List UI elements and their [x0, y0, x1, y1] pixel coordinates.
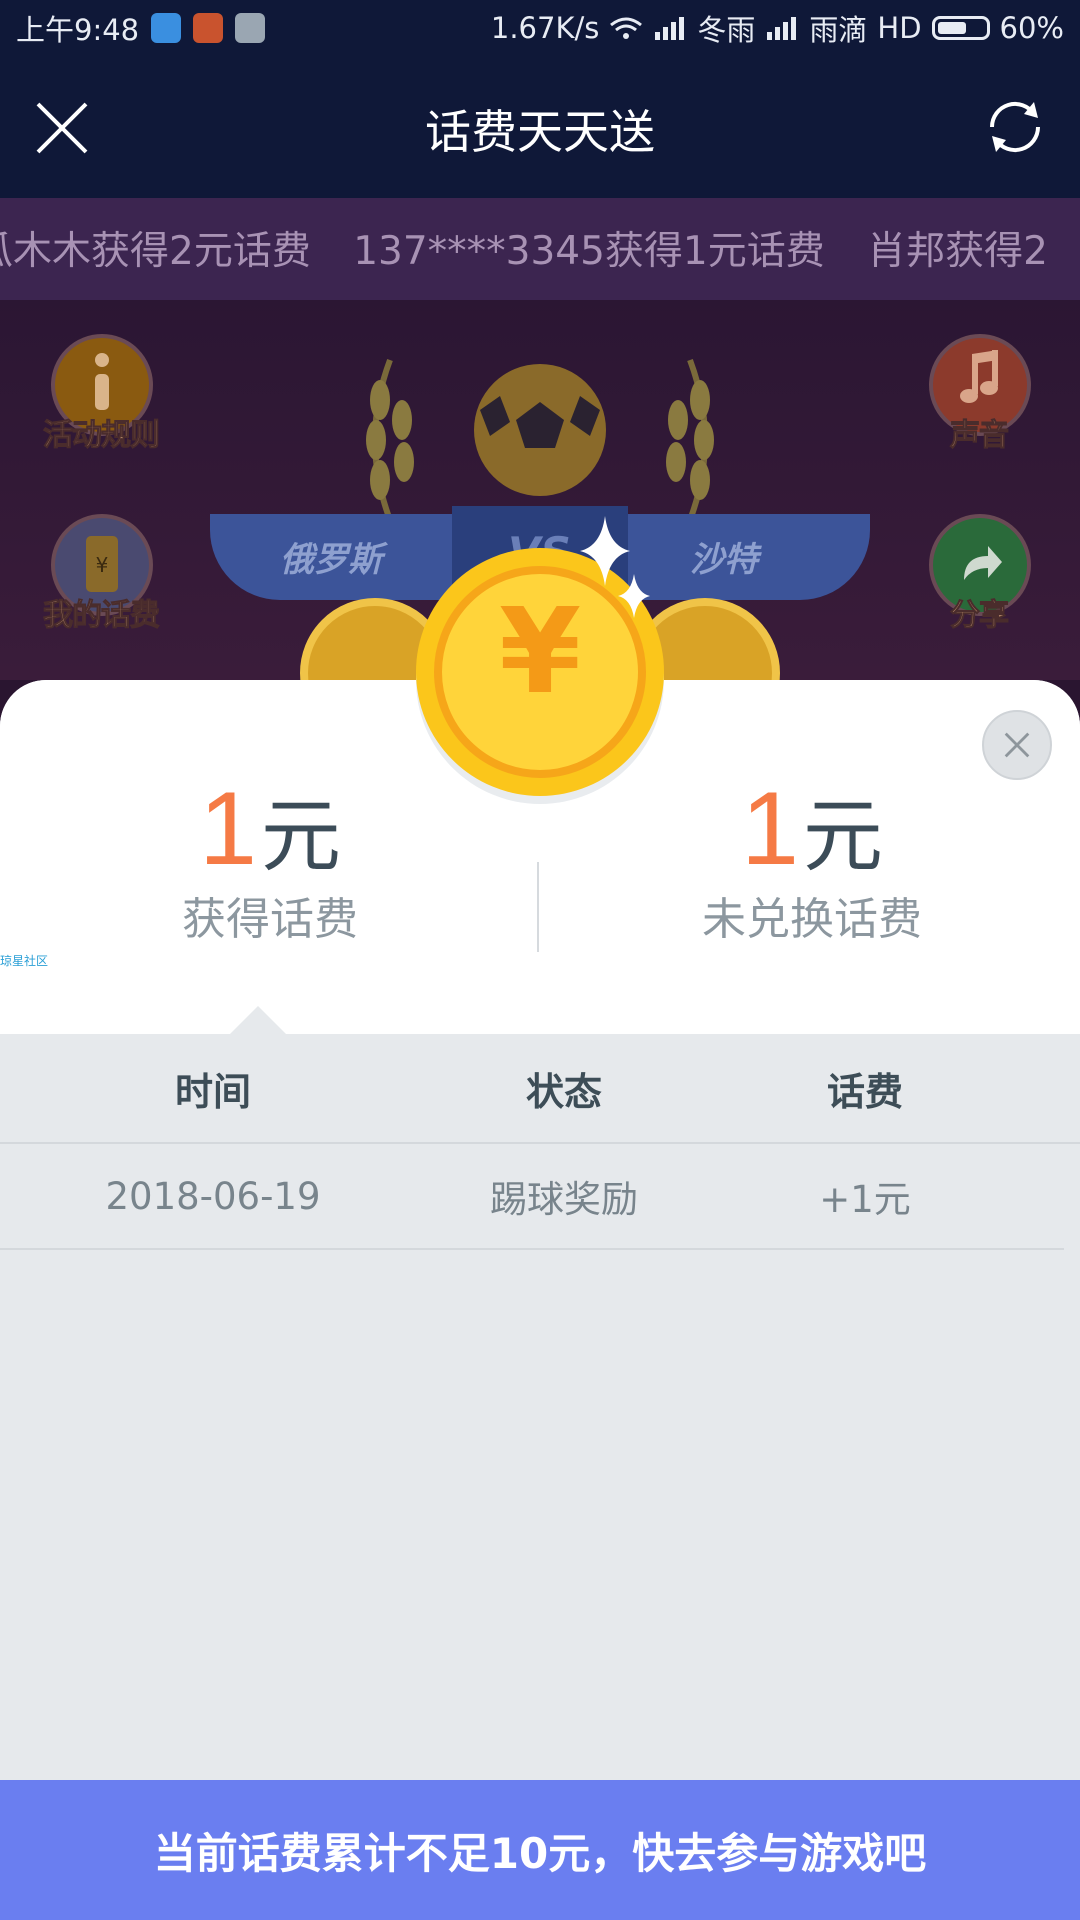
records-table-header: 时间 状态 话费 — [0, 1034, 1080, 1144]
share-label: 分享 — [950, 598, 1010, 634]
svg-text:¥: ¥ — [96, 553, 109, 577]
table-row: 2018-06-19 踢球奖励 +1元 — [0, 1144, 1064, 1250]
unredeemed-caption: 未兑换话费 — [702, 894, 922, 945]
my-credit-button[interactable]: ¥ 我的话费 — [26, 514, 176, 654]
winner-ticker: 瓜木木获得2元话费 137****3345获得1元话费 肖邦获得2 — [0, 198, 1080, 300]
bottom-message: 当前话费累计不足10元，快去参与游戏吧 — [153, 1828, 927, 1878]
stat-divider — [537, 862, 539, 952]
team-right: 沙特 — [690, 540, 758, 580]
obtained-caption: 获得话费 — [182, 894, 358, 945]
share-button[interactable]: 分享 — [904, 514, 1054, 654]
phone-icon: ¥ — [86, 536, 118, 592]
reward-panel: 1元 获得话费 1元 未兑换话费 琼星社区 时间 状态 话费 2018-06-1… — [0, 680, 1080, 1920]
row-status: 踢球奖励 — [490, 1178, 638, 1221]
ticker-item: 瓜木木获得2元话费 — [0, 229, 311, 274]
sound-label: 声音 — [950, 418, 1010, 454]
unredeemed-credit: 1元 未兑换话费 — [542, 770, 1080, 947]
page-title: 话费天天送 — [425, 105, 655, 159]
battery-percent: 60% — [999, 11, 1064, 45]
notes-app-icon — [235, 13, 266, 43]
my-credit-label: 我的话费 — [43, 598, 161, 634]
tab-pointer — [230, 1006, 286, 1034]
carrier-1: 冬雨 — [697, 13, 756, 47]
title-bar: 话费天天送 — [0, 56, 1080, 198]
obtained-amount: 1 — [199, 771, 257, 887]
status-time: 上午9:48 — [16, 13, 140, 47]
trophy-laurel-icon — [366, 358, 714, 522]
ticker-item: 137****3345获得1元话费 — [353, 229, 825, 274]
share-icon — [964, 546, 1002, 580]
rules-label: 活动规则 — [43, 418, 161, 454]
music-icon — [960, 350, 998, 403]
team-left: 俄罗斯 — [280, 540, 382, 580]
weibo-app-icon — [151, 13, 182, 43]
hd-indicator: HD — [877, 11, 922, 45]
sparkle-icon — [618, 574, 650, 618]
info-icon — [95, 353, 109, 410]
obtained-unit: 元 — [260, 790, 341, 883]
header-credit: 话费 — [826, 1069, 903, 1114]
network-speed: 1.67K/s — [490, 11, 600, 45]
obtained-credit: 1元 获得话费 — [0, 770, 540, 947]
sound-button[interactable]: 声音 — [904, 334, 1054, 474]
game-app-icon — [193, 13, 224, 43]
rules-button[interactable]: 活动规则 — [26, 334, 176, 474]
row-time: 2018-06-19 — [105, 1174, 321, 1218]
header-status: 状态 — [525, 1069, 602, 1114]
signal-icon — [655, 17, 685, 40]
refresh-icon[interactable] — [980, 92, 1050, 162]
carrier-2: 雨滴 — [809, 13, 868, 47]
wifi-icon — [610, 17, 643, 39]
unredeemed-amount: 1 — [741, 771, 799, 887]
header-time: 时间 — [174, 1069, 251, 1114]
unredeemed-unit: 元 — [802, 790, 883, 883]
watermark: 琼星社区 — [0, 954, 49, 968]
battery-icon — [931, 16, 990, 40]
status-bar: 上午9:48 1.67K/s 冬雨 雨滴 HD 60% — [0, 0, 1080, 56]
row-credit: +1元 — [819, 1178, 911, 1221]
ticker-item: 肖邦获得2 — [867, 229, 1048, 274]
play-game-banner[interactable]: 当前话费累计不足10元，快去参与游戏吧 — [0, 1780, 1080, 1920]
signal-icon — [767, 17, 797, 40]
